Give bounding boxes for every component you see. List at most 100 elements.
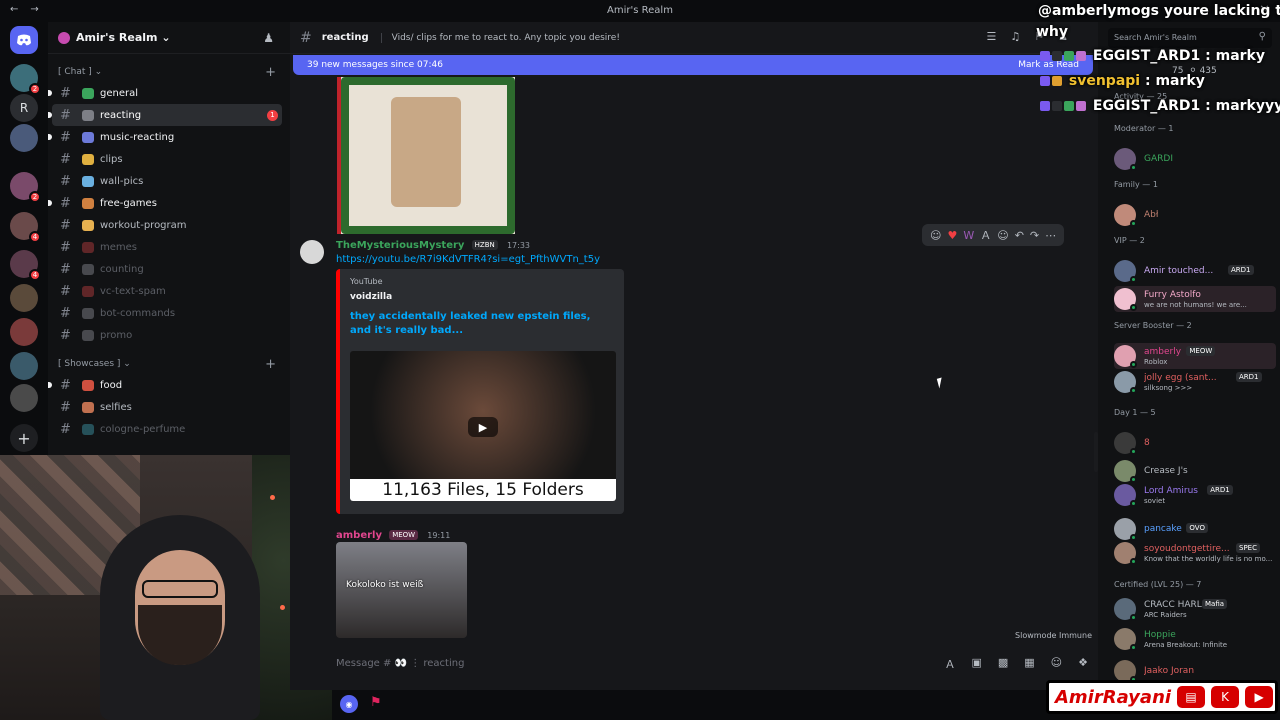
member-row[interactable]: CRACC HARL Mafia ARC Raiders <box>1114 596 1276 622</box>
channel-memes[interactable]: # memes <box>52 236 282 258</box>
member-row[interactable]: soyoudontgettire... SPEC Know that the wor… <box>1114 540 1276 566</box>
member-row[interactable]: amberly MEOW Roblox <box>1114 343 1276 369</box>
category-chat[interactable]: [ Chat ] ⌄ + <box>48 62 290 82</box>
hash-icon: # <box>60 129 71 145</box>
bell-icon[interactable]: ♫ <box>1010 30 1020 43</box>
invite-icon[interactable]: ♟ <box>263 31 274 45</box>
embed-title[interactable]: they accidentally leaked new epstein fil… <box>350 310 614 338</box>
channel-cologne-perfume[interactable]: # cologne-perfume <box>52 418 282 440</box>
guild-header[interactable]: Amir's Realm ⌄ ♟ <box>48 22 290 54</box>
heart-reaction-icon[interactable]: ♥ <box>947 229 957 242</box>
member-group-title: Moderator — 1 <box>1114 124 1174 133</box>
laugh-reaction-icon[interactable]: ☺ <box>930 229 941 242</box>
previous-attachment-image[interactable] <box>337 77 515 234</box>
message-time: 17:33 <box>506 241 530 250</box>
unread-indicator <box>48 112 52 118</box>
channel-wall-pics[interactable]: # wall-pics <box>52 170 282 192</box>
discord-taskbar-icon[interactable]: ◉ <box>340 695 358 713</box>
server-icon[interactable] <box>10 352 38 380</box>
author-name[interactable]: TheMysteriousMystery <box>336 240 464 251</box>
play-icon[interactable]: ▶ <box>468 417 498 437</box>
thumbnail-caption: 11,163 Files, 15 Folders <box>350 479 616 501</box>
server-icon[interactable] <box>10 318 38 346</box>
apps-icon[interactable]: ❖ <box>1078 656 1088 672</box>
server-icon[interactable]: R <box>10 94 38 122</box>
member-name: pancake <box>1144 524 1182 534</box>
forward-icon[interactable]: ↷ <box>1030 229 1039 242</box>
server-icon[interactable] <box>10 124 38 152</box>
discord-home-icon[interactable] <box>10 26 38 54</box>
channel-promo[interactable]: # promo <box>52 324 282 346</box>
add-channel-icon[interactable]: + <box>265 357 276 372</box>
channel-free-games[interactable]: # free-games <box>48 192 282 214</box>
member-row[interactable]: Furry Astolfo we are not humans! we are..… <box>1114 286 1276 312</box>
server-icon[interactable] <box>10 384 38 412</box>
channel-emoji-icon <box>82 153 94 165</box>
emoji-icon[interactable]: ☺ <box>1051 656 1062 672</box>
sticker-icon[interactable]: ▦ <box>1024 656 1034 672</box>
stream-chat-line: @amberlymogs youre lacking thats <box>1038 3 1280 19</box>
custom-reaction-icon[interactable]: W <box>963 229 974 242</box>
channel-name: free-games <box>100 197 157 209</box>
member-row[interactable]: pancake OVO <box>1114 516 1276 542</box>
member-row[interactable]: jolly egg (sant... ARD1 silksong >>> <box>1114 369 1276 395</box>
badge-icon <box>1052 51 1062 61</box>
translate-icon[interactable]: Ａ <box>980 227 991 243</box>
channel-music-reacting[interactable]: # music-reacting <box>48 126 282 148</box>
channel-sidebar: Amir's Realm ⌄ ♟ [ Chat ] ⌄ + # general # r… <box>48 22 290 455</box>
author-name[interactable]: amberly <box>336 530 382 541</box>
stream-chat-line: EGGIST_ARD1 : marky <box>1040 48 1265 64</box>
author-avatar[interactable] <box>300 240 324 264</box>
translate-icon[interactable]: Ａ <box>944 656 955 672</box>
server-icon[interactable]: 4 <box>10 250 41 281</box>
channel-name: counting <box>100 263 144 275</box>
channel-selfies[interactable]: # selfies <box>52 396 282 418</box>
member-name: Abł <box>1144 210 1159 220</box>
hash-icon: # <box>60 151 71 167</box>
gift-icon[interactable]: ▣ <box>971 656 981 672</box>
channel-workout-program[interactable]: # workout-program <box>52 214 282 236</box>
embed-provider[interactable]: YouTube <box>350 277 614 286</box>
reply-icon[interactable]: ↶ <box>1015 229 1024 242</box>
add-reaction-icon[interactable]: ☺ <box>997 229 1008 242</box>
server-icon[interactable]: 2 <box>10 64 41 95</box>
channel-bot-commands[interactable]: # bot-commands <box>52 302 282 324</box>
channel-clips[interactable]: # clips <box>52 148 282 170</box>
add-server-icon[interactable]: + <box>10 424 38 452</box>
message-link[interactable]: https://youtu.be/R7i9KdVTFR4?si=egt_Pfth… <box>336 254 600 265</box>
channel-name: general <box>100 87 139 99</box>
channel-counting[interactable]: # counting <box>52 258 282 280</box>
embed-author[interactable]: voidzilla <box>350 292 614 302</box>
new-messages-text: 39 new messages since 07:46 <box>307 60 443 70</box>
member-row[interactable]: GARDI <box>1114 146 1276 172</box>
member-row[interactable]: Hoppie Arena Breakout: Infinite <box>1114 626 1276 652</box>
member-row[interactable]: 8 <box>1114 430 1276 456</box>
server-icon[interactable]: 4 <box>10 212 41 243</box>
online-status-icon <box>1130 644 1137 651</box>
message-image[interactable]: Kokoloko ist weiß <box>336 542 467 638</box>
video-thumbnail[interactable]: ▶ 11,163 Files, 15 Folders <box>350 351 616 501</box>
threads-icon[interactable]: ☰ <box>987 30 997 43</box>
message-composer[interactable]: Message # 👀 ⋮ reacting Ａ ▣ ▩ ▦ ☺ ❖ <box>336 649 1096 677</box>
channel-list-showcases: # food # selfies # cologne-perfume <box>48 374 290 440</box>
new-messages-bar[interactable]: 39 new messages since 07:46 Mark as Read <box>293 55 1093 75</box>
member-row[interactable]: Amir touched... ARD1 <box>1114 258 1276 284</box>
category-showcases[interactable]: [ Showcases ] ⌄ + <box>48 354 290 374</box>
channel-food[interactable]: # food <box>48 374 282 396</box>
member-name: Jaako Joran <box>1144 666 1195 676</box>
add-channel-icon[interactable]: + <box>265 65 276 80</box>
server-icon[interactable]: 2 <box>10 172 41 203</box>
channel-emoji-icon <box>82 219 94 231</box>
channel-general[interactable]: # general <box>48 82 282 104</box>
server-search-input[interactable]: Search Amir's Realm ⚲ <box>1108 28 1272 48</box>
channel-reacting[interactable]: # reacting 1 <box>48 104 282 126</box>
more-options-icon[interactable]: ⋯ <box>1045 229 1056 242</box>
member-row[interactable]: Crease J's <box>1114 458 1276 484</box>
member-row[interactable]: Abł <box>1114 202 1276 228</box>
channel-vc-text-spam[interactable]: # vc-text-spam <box>52 280 282 302</box>
member-row[interactable]: Lord Amirus ARD1 soviet <box>1114 482 1276 508</box>
gif-icon[interactable]: ▩ <box>998 656 1008 672</box>
server-icon[interactable] <box>10 284 38 312</box>
pin-taskbar-icon[interactable]: ⚑ <box>370 695 382 710</box>
channel-header: # reacting Vids/ clips for me to react t… <box>290 22 1098 54</box>
